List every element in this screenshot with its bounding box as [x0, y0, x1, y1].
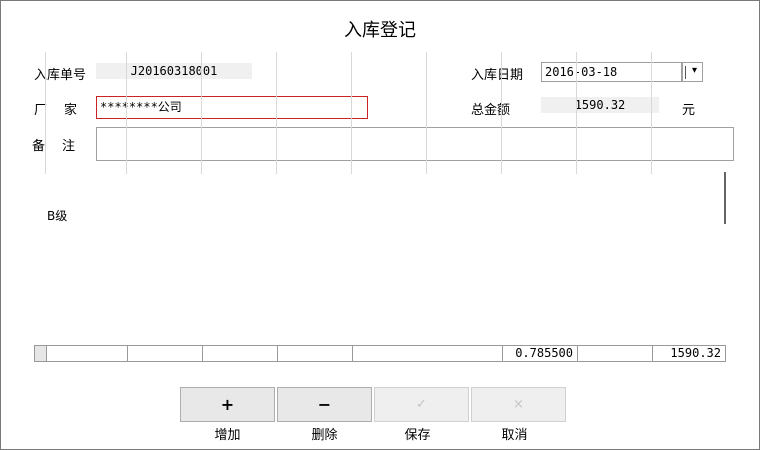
grid-summary-row: 0.785500 1590.32 [34, 345, 726, 362]
grid-column-line [501, 52, 502, 174]
close-icon: × [513, 397, 524, 412]
remark-label: 备 注 [32, 139, 78, 154]
delete-button[interactable]: − [277, 387, 372, 422]
vendor-input[interactable]: ********公司 [96, 96, 368, 119]
minus-icon: − [317, 395, 332, 414]
summary-cell [202, 346, 277, 361]
order-no-label: 入库单号 [34, 68, 87, 83]
save-button-label: 保存 [404, 428, 431, 443]
chevron-down-icon: ▾ [692, 65, 698, 76]
date-input[interactable]: 2016-03-18 [541, 62, 682, 82]
delete-button-label: 删除 [311, 428, 338, 443]
currency-unit: 元 [682, 103, 696, 118]
grid-column-line [651, 52, 652, 174]
summary-cell [46, 346, 127, 361]
summary-cell: 1590.32 [652, 346, 725, 361]
date-dropdown-divider [685, 66, 686, 79]
summary-cell [352, 346, 427, 361]
add-button-label: 增加 [214, 428, 241, 443]
total-label: 总金额 [471, 103, 511, 118]
grid-column-line [201, 52, 202, 174]
summary-cell [577, 346, 652, 361]
remark-input[interactable] [96, 127, 734, 161]
summary-cell: 0.785500 [502, 346, 577, 361]
date-dropdown-button[interactable]: ▾ [682, 62, 703, 82]
grid-column-line [276, 52, 277, 174]
grid-column-line [576, 52, 577, 174]
grid-column-line [351, 52, 352, 174]
grid-header-text: B级 [47, 209, 68, 223]
grid-column-line [126, 52, 127, 174]
order-no-value: J20160318001 [96, 63, 252, 79]
vendor-label: 厂 家 [34, 103, 80, 118]
grid-column-line [45, 52, 46, 174]
cancel-button[interactable]: × [471, 387, 566, 422]
save-button[interactable]: ✓ [374, 387, 469, 422]
row-selector[interactable] [35, 346, 46, 361]
cancel-button-label: 取消 [501, 428, 528, 443]
total-value: 1590.32 [541, 97, 659, 113]
plus-icon: + [220, 395, 235, 414]
grid-column-line [426, 52, 427, 174]
check-icon: ✓ [416, 397, 427, 412]
dialog-title: 入库登记 [344, 20, 416, 41]
data-grid[interactable] [34, 172, 726, 364]
summary-cell [277, 346, 352, 361]
grid-scrollbar[interactable] [724, 172, 726, 224]
add-button[interactable]: + [180, 387, 275, 422]
date-label: 入库日期 [471, 68, 524, 83]
summary-cell [127, 346, 202, 361]
